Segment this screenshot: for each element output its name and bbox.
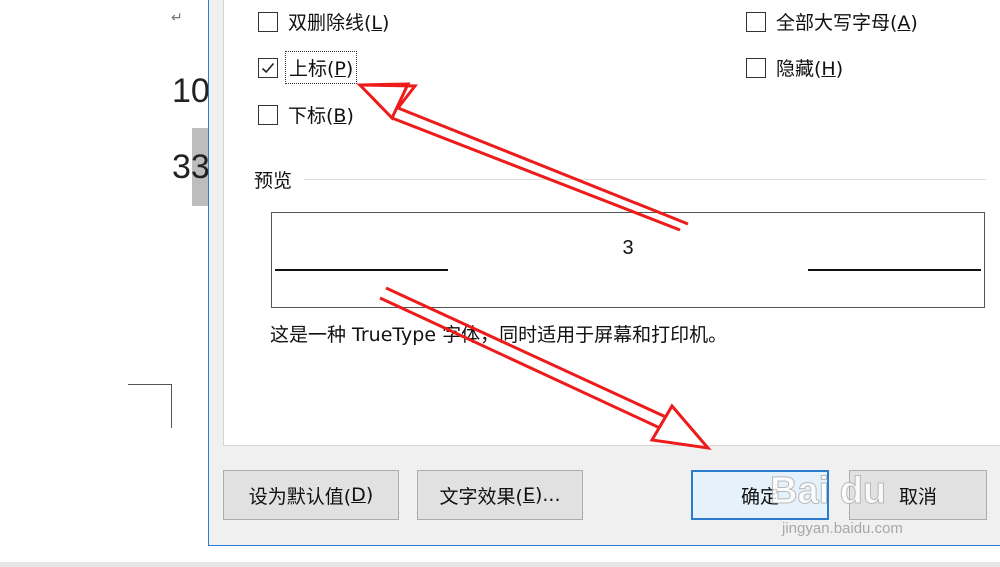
font-description: 这是一种 TrueType 字体，同时适用于屏幕和打印机。 — [270, 324, 728, 346]
preview-separator — [304, 179, 986, 180]
set-default-button[interactable]: 设为默认值(D) — [223, 470, 399, 520]
paragraph-mark: ↵ — [171, 10, 183, 26]
preview-sample-text: 3 — [622, 237, 634, 259]
all-caps-label: 全部大写字母(A) — [776, 12, 918, 34]
checkbox-box[interactable] — [258, 104, 278, 125]
superscript-checkbox[interactable]: 上标(P) — [258, 51, 358, 84]
checkbox-box[interactable] — [746, 57, 766, 78]
font-tab-panel: 双删除线(L) 上标(P) 下标(B) 全部大写字母(A) 隐藏(H) 预览 3 — [223, 0, 1000, 446]
double-strikethrough-checkbox[interactable]: 双删除线(L) — [258, 8, 389, 35]
checkbox-box[interactable] — [258, 11, 278, 32]
checkmark-icon — [261, 62, 275, 73]
document-line-2: 33 — [172, 148, 210, 186]
preview-section-title: 预览 — [254, 170, 293, 192]
preview-baseline-right — [808, 269, 981, 271]
document-area: ↵ 10 33 — [0, 0, 210, 567]
status-bar-edge — [0, 562, 1000, 567]
all-caps-checkbox[interactable]: 全部大写字母(A) — [746, 8, 918, 35]
superscript-label: 上标(P) — [284, 51, 358, 84]
subscript-label: 下标(B) — [288, 105, 354, 127]
subscript-checkbox[interactable]: 下标(B) — [258, 101, 354, 128]
page-corner-mark-vertical — [171, 384, 172, 428]
hidden-checkbox[interactable]: 隐藏(H) — [746, 54, 843, 81]
cancel-button[interactable]: 取消 — [849, 470, 987, 520]
preview-baseline-left — [275, 269, 448, 271]
text-effects-button[interactable]: 文字效果(E)... — [417, 470, 583, 520]
double-strikethrough-label: 双删除线(L) — [288, 12, 390, 34]
document-line-1: 10 — [172, 72, 210, 110]
preview-box: 3 — [271, 212, 985, 308]
ok-button[interactable]: 确定 — [691, 470, 829, 520]
font-dialog: 双删除线(L) 上标(P) 下标(B) 全部大写字母(A) 隐藏(H) 预览 3 — [208, 0, 1000, 546]
checkbox-box-checked[interactable] — [258, 57, 278, 78]
hidden-label: 隐藏(H) — [776, 58, 844, 80]
page-corner-mark — [128, 384, 172, 385]
checkbox-box[interactable] — [746, 11, 766, 32]
